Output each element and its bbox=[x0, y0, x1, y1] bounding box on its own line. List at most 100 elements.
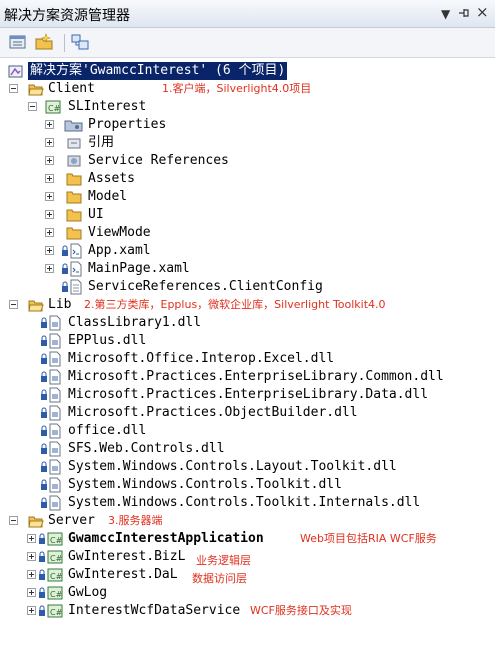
dll-label: Microsoft.Practices.EnterpriseLibrary.Da… bbox=[68, 387, 429, 402]
server-project-label: InterestWcfDataService bbox=[68, 603, 241, 618]
toolbar-separator bbox=[64, 34, 65, 52]
config-file-icon bbox=[69, 279, 85, 295]
csharp-project-icon: C# bbox=[47, 567, 63, 583]
solution-folder-open-icon bbox=[28, 513, 44, 529]
expand-toggle-icon[interactable] bbox=[45, 210, 54, 219]
client-folder-label: Client bbox=[48, 81, 95, 96]
tree-row-dll[interactable]: Microsoft.Office.Interop.Excel.dll bbox=[0, 350, 495, 368]
tree-row-dll[interactable]: System.Windows.Controls.Toolkit.Internal… bbox=[0, 494, 495, 512]
tree-row-solution[interactable]: 解决方案'GwamccInterest' (6 个项目) bbox=[0, 62, 495, 80]
ui-label: UI bbox=[88, 207, 104, 222]
model-label: Model bbox=[88, 189, 128, 204]
tree-row-lib-folder[interactable]: Lib 2.第三方类库，Epplus，微软企业库，Silverlight Too… bbox=[0, 296, 495, 314]
expand-toggle-icon[interactable] bbox=[45, 192, 54, 201]
tree-row-dll[interactable]: Microsoft.Practices.EnterpriseLibrary.Co… bbox=[0, 368, 495, 386]
tree-row-dll[interactable]: ClassLibrary1.dll bbox=[0, 314, 495, 332]
show-all-files-icon[interactable] bbox=[34, 33, 54, 51]
expand-toggle-icon[interactable] bbox=[27, 570, 36, 579]
dll-label: EPPlus.dll bbox=[68, 333, 147, 348]
folder-icon bbox=[66, 207, 82, 223]
close-icon[interactable]: × bbox=[476, 5, 489, 20]
tree-row-references[interactable]: 引用 bbox=[0, 134, 495, 152]
tree-row-viewmode[interactable]: ViewMode bbox=[0, 224, 495, 242]
view-class-diagram-icon[interactable] bbox=[70, 33, 90, 51]
server-project-label: GwamccInterestApplication bbox=[68, 531, 264, 546]
lib-folder-label: Lib bbox=[48, 297, 72, 312]
csharp-project-icon: C# bbox=[47, 603, 63, 619]
csharp-project-icon: C# bbox=[47, 585, 63, 601]
svg-text:C#: C# bbox=[50, 590, 63, 599]
expand-toggle-icon[interactable] bbox=[45, 138, 54, 147]
collapse-toggle-icon[interactable] bbox=[28, 102, 37, 111]
tree-row-dll[interactable]: System.Windows.Controls.Layout.Toolkit.d… bbox=[0, 458, 495, 476]
expand-toggle-icon[interactable] bbox=[27, 534, 36, 543]
expand-toggle-icon[interactable] bbox=[45, 174, 54, 183]
tree-row-slinterest-project[interactable]: C# SLInterest bbox=[0, 98, 495, 116]
tree-row-app-xaml[interactable]: App.xaml bbox=[0, 242, 495, 260]
dll-file-icon bbox=[48, 495, 64, 511]
dll-label: Microsoft.Practices.EnterpriseLibrary.Co… bbox=[68, 369, 444, 384]
dll-file-icon bbox=[48, 423, 64, 439]
expand-toggle-icon[interactable] bbox=[45, 264, 54, 273]
tree-row-server-project[interactable]: C# GwInterest.DaL 数据访问层 bbox=[0, 566, 495, 585]
auto-hide-pin-icon[interactable] bbox=[458, 7, 470, 22]
csharp-project-icon: C# bbox=[47, 549, 63, 565]
server-project-label: GwInterest.DaL bbox=[68, 567, 178, 582]
server-folder-label: Server bbox=[48, 513, 95, 528]
expand-toggle-icon[interactable] bbox=[45, 120, 54, 129]
collapse-toggle-icon[interactable] bbox=[9, 300, 18, 309]
dll-file-icon bbox=[48, 441, 64, 457]
viewmode-label: ViewMode bbox=[88, 225, 151, 240]
tree-row-server-project[interactable]: C# InterestWcfDataService WCF服务接口及实现 bbox=[0, 602, 495, 620]
expand-toggle-icon[interactable] bbox=[45, 246, 54, 255]
collapse-toggle-icon[interactable] bbox=[9, 516, 18, 525]
dll-file-icon bbox=[48, 459, 64, 475]
dll-label: System.Windows.Controls.Layout.Toolkit.d… bbox=[68, 459, 397, 474]
tree-row-model[interactable]: Model bbox=[0, 188, 495, 206]
collapse-toggle-icon[interactable] bbox=[9, 84, 18, 93]
tree-row-service-references[interactable]: Service References bbox=[0, 152, 495, 170]
slinterest-project-label: SLInterest bbox=[68, 99, 147, 114]
expand-toggle-icon[interactable] bbox=[45, 228, 54, 237]
dll-file-icon bbox=[48, 333, 64, 349]
tree-row-dll[interactable]: office.dll bbox=[0, 422, 495, 440]
dll-label: System.Windows.Controls.Toolkit.dll bbox=[68, 477, 342, 492]
window-position-dropdown-icon[interactable]: ▼ bbox=[441, 7, 450, 21]
tree-row-dll[interactable]: System.Windows.Controls.Toolkit.dll bbox=[0, 476, 495, 494]
tree-row-dll[interactable]: EPPlus.dll bbox=[0, 332, 495, 350]
tree-row-clientconfig[interactable]: ServiceReferences.ClientConfig bbox=[0, 278, 495, 296]
svg-text:C#: C# bbox=[50, 572, 63, 581]
expand-toggle-icon[interactable] bbox=[27, 588, 36, 597]
dll-file-icon bbox=[48, 477, 64, 493]
tree-row-dll[interactable]: Microsoft.Practices.EnterpriseLibrary.Da… bbox=[0, 386, 495, 404]
csharp-project-icon: C# bbox=[45, 99, 61, 115]
tree-row-server-project[interactable]: C# GwLog bbox=[0, 584, 495, 602]
properties-icon[interactable] bbox=[8, 33, 28, 51]
expand-toggle-icon[interactable] bbox=[27, 552, 36, 561]
tree-row-client-folder[interactable]: Client 1.客户端，Silverlight4.0项目 bbox=[0, 80, 495, 98]
expand-toggle-icon[interactable] bbox=[45, 156, 54, 165]
solution-folder-open-icon bbox=[28, 297, 44, 313]
dll-file-icon bbox=[48, 369, 64, 385]
references-label: 引用 bbox=[88, 135, 115, 150]
server-project-label: GwLog bbox=[68, 585, 108, 600]
app-xaml-label: App.xaml bbox=[88, 243, 151, 258]
tree-row-properties[interactable]: Properties bbox=[0, 116, 495, 134]
dll-file-icon bbox=[48, 405, 64, 421]
service-references-label: Service References bbox=[88, 153, 229, 168]
assets-label: Assets bbox=[88, 171, 135, 186]
tree-row-assets[interactable]: Assets bbox=[0, 170, 495, 188]
tree-row-server-folder[interactable]: Server 3.服务器端 bbox=[0, 512, 495, 530]
tree-row-server-project[interactable]: C# GwInterest.BizL 业务逻辑层 bbox=[0, 548, 495, 567]
tree-row-ui[interactable]: UI bbox=[0, 206, 495, 224]
tree-row-mainpage-xaml[interactable]: MainPage.xaml bbox=[0, 260, 495, 278]
tree-row-dll[interactable]: SFS.Web.Controls.dll bbox=[0, 440, 495, 458]
tree-row-server-project[interactable]: C# GwamccInterestApplication Web项目包括RIA WC… bbox=[0, 530, 495, 548]
xaml-file-icon bbox=[69, 261, 85, 277]
solution-icon bbox=[8, 63, 24, 79]
properties-label: Properties bbox=[88, 117, 167, 132]
tree-row-dll[interactable]: Microsoft.Practices.ObjectBuilder.dll bbox=[0, 404, 495, 422]
svg-text:C#: C# bbox=[50, 608, 63, 617]
expand-toggle-icon[interactable] bbox=[27, 606, 36, 615]
toolbar bbox=[0, 28, 495, 58]
